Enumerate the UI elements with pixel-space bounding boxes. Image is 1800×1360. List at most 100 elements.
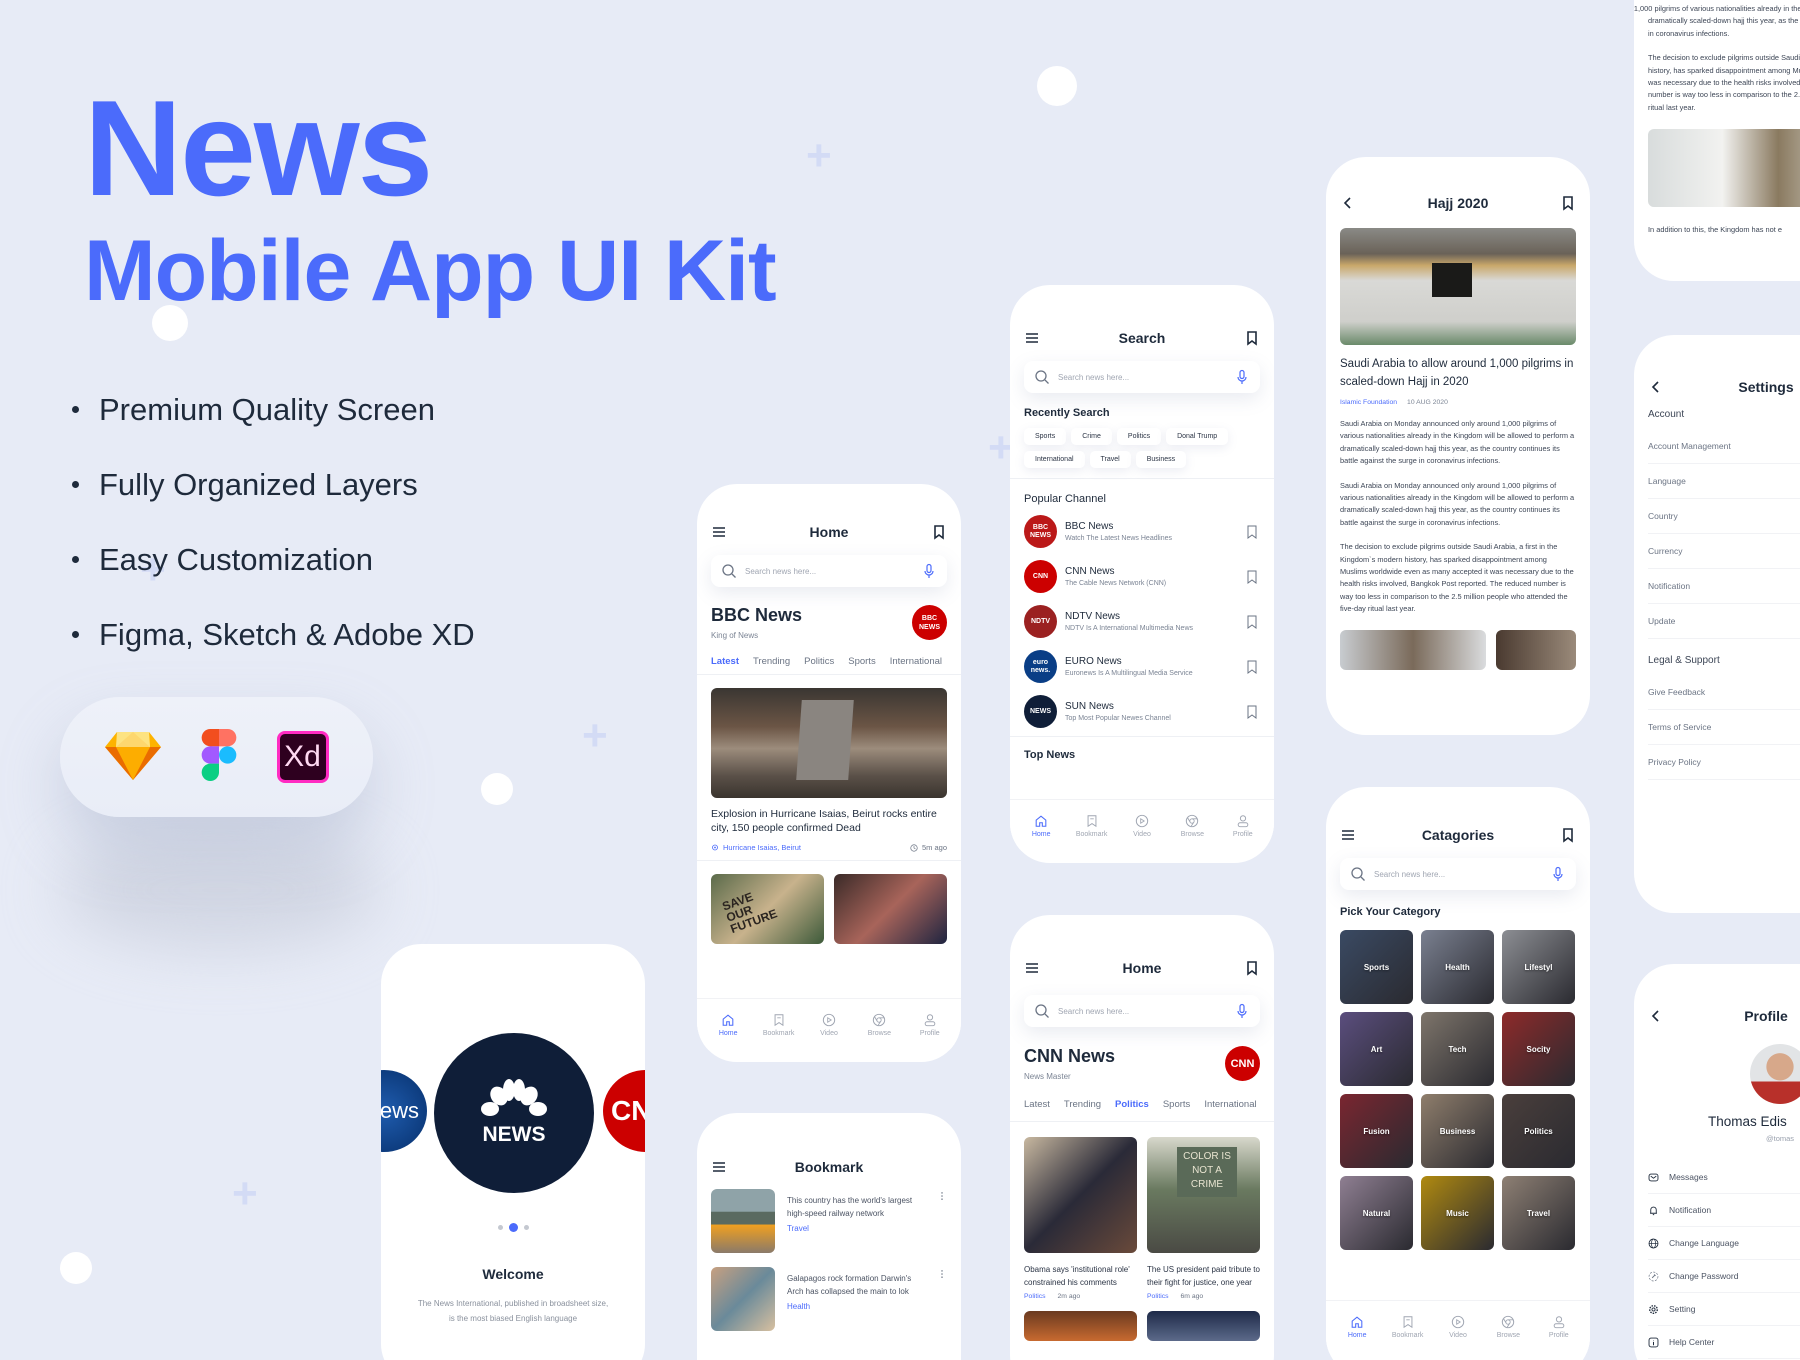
settings-item[interactable]: Currency — [1648, 534, 1800, 569]
search-bar[interactable] — [1024, 361, 1260, 393]
back-icon[interactable] — [1648, 1008, 1664, 1024]
channel-item[interactable]: CNN CNN News The Cable News Network (CNN) — [1024, 554, 1260, 599]
category-tech[interactable]: Tech — [1421, 1012, 1494, 1086]
search-chip[interactable]: International — [1024, 451, 1085, 468]
tab-latest[interactable]: Latest — [711, 656, 739, 667]
channel-item[interactable]: BBC NEWS BBC News Watch The Latest News He… — [1024, 509, 1260, 554]
nav-bookmark[interactable]: Bookmark — [757, 999, 801, 1050]
nav-video[interactable]: Video — [807, 999, 851, 1050]
tab-latest[interactable]: Latest — [1024, 1099, 1050, 1110]
menu-icon[interactable] — [1340, 827, 1356, 843]
profile-menu-item[interactable]: Help Center — [1648, 1326, 1800, 1359]
nav-browse[interactable]: Browse — [1170, 800, 1214, 851]
category-travel[interactable]: Travel — [1502, 1176, 1575, 1250]
search-chip[interactable]: Donal Trump — [1166, 428, 1229, 445]
tab-politics[interactable]: Politics — [804, 656, 834, 667]
tab-sports[interactable]: Sports — [848, 656, 875, 667]
tab-sports[interactable]: Sports — [1163, 1099, 1190, 1110]
menu-icon[interactable] — [1024, 330, 1040, 346]
settings-item[interactable]: Notification — [1648, 569, 1800, 604]
search-input[interactable] — [1374, 869, 1542, 879]
page-dot[interactable] — [523, 1225, 529, 1230]
category-sports[interactable]: Sports — [1340, 930, 1413, 1004]
category-fusion[interactable]: Fusion — [1340, 1094, 1413, 1168]
menu-icon[interactable] — [711, 1159, 727, 1175]
featured-image[interactable] — [711, 688, 947, 798]
news-thumb[interactable]: SAVE OUR FUTURE — [711, 874, 824, 944]
profile-menu-item[interactable]: Notification — [1648, 1194, 1800, 1227]
bookmark-icon[interactable] — [1244, 960, 1260, 976]
nav-profile[interactable]: Profile — [1537, 1301, 1581, 1352]
bookmark-category[interactable]: Health — [787, 1302, 923, 1311]
news-card-category[interactable]: Politics — [1147, 1293, 1169, 1300]
search-chip[interactable]: Travel — [1089, 451, 1131, 468]
tab-politics[interactable]: Politics — [1115, 1099, 1149, 1110]
pagination-dots[interactable] — [381, 1223, 645, 1232]
news-thumb[interactable] — [834, 874, 947, 944]
search-bar[interactable] — [1024, 995, 1260, 1027]
category-politics[interactable]: Politics — [1502, 1094, 1575, 1168]
nav-browse[interactable]: Browse — [857, 999, 901, 1050]
settings-item[interactable]: Language — [1648, 464, 1800, 499]
search-chip[interactable]: Politics — [1116, 428, 1162, 445]
settings-item[interactable]: Privacy Policy — [1648, 745, 1800, 780]
channel-item[interactable]: NDTV NDTV News NDTV Is A International Mul… — [1024, 599, 1260, 644]
mic-icon[interactable] — [1234, 1003, 1250, 1019]
mic-icon[interactable] — [921, 563, 937, 579]
nav-home[interactable]: Home — [1335, 1301, 1379, 1352]
mic-icon[interactable] — [1550, 866, 1566, 882]
settings-item[interactable]: Account Management — [1648, 429, 1800, 464]
page-dot[interactable] — [497, 1225, 503, 1230]
settings-item[interactable]: Country — [1648, 499, 1800, 534]
category-lifestyl[interactable]: Lifestyl — [1502, 930, 1575, 1004]
bookmark-icon[interactable] — [1560, 195, 1576, 211]
nav-profile[interactable]: Profile — [908, 999, 952, 1050]
tab-international[interactable]: International — [1204, 1099, 1256, 1110]
nav-bookmark[interactable]: Bookmark — [1070, 800, 1114, 851]
tab-trending[interactable]: Trending — [753, 656, 790, 667]
nav-video[interactable]: Video — [1120, 800, 1164, 851]
bookmark-icon[interactable] — [931, 524, 947, 540]
news-thumb[interactable] — [1024, 1311, 1137, 1341]
bookmark-icon[interactable] — [1244, 330, 1260, 346]
category-health[interactable]: Health — [1421, 930, 1494, 1004]
page-dot-active[interactable] — [508, 1223, 518, 1232]
search-bar[interactable] — [711, 555, 947, 587]
profile-menu-item[interactable]: Messages — [1648, 1161, 1800, 1194]
menu-icon[interactable] — [1024, 960, 1040, 976]
more-icon[interactable] — [937, 1191, 947, 1201]
search-chip[interactable]: Sports — [1024, 428, 1067, 445]
category-socity[interactable]: Socity — [1502, 1012, 1575, 1086]
bookmark-icon[interactable] — [1560, 827, 1576, 843]
profile-menu-item[interactable]: Change Language — [1648, 1227, 1800, 1260]
more-icon[interactable] — [937, 1269, 947, 1279]
back-icon[interactable] — [1648, 379, 1664, 395]
mic-icon[interactable] — [1234, 369, 1250, 385]
nav-home[interactable]: Home — [1019, 800, 1063, 851]
news-card[interactable]: Obama says 'institutional role' constrai… — [1024, 1137, 1137, 1300]
search-chip[interactable]: Crime — [1071, 428, 1112, 445]
nav-home[interactable]: Home — [706, 999, 750, 1050]
article-source[interactable]: Islamic Foundation — [1340, 399, 1397, 406]
search-input[interactable] — [745, 566, 913, 576]
category-music[interactable]: Music — [1421, 1176, 1494, 1250]
search-input[interactable] — [1058, 372, 1226, 382]
category-business[interactable]: Business — [1421, 1094, 1494, 1168]
featured-headline[interactable]: Explosion in Hurricane Isaias, Beirut ro… — [711, 807, 947, 835]
channel-item[interactable]: euro news. EURO News Euronews Is A Multili… — [1024, 644, 1260, 689]
bookmark-item[interactable]: Galapagos rock formation Darwin's Arch h… — [711, 1267, 947, 1345]
news-card[interactable]: COLOR IS NOT A CRIME The US president pai… — [1147, 1137, 1260, 1300]
search-bar[interactable] — [1340, 858, 1576, 890]
bookmark-icon[interactable] — [1244, 569, 1260, 585]
tab-trending[interactable]: Trending — [1064, 1099, 1101, 1110]
nav-bookmark[interactable]: Bookmark — [1386, 1301, 1430, 1352]
news-thumb[interactable] — [1147, 1311, 1260, 1341]
menu-icon[interactable] — [711, 524, 727, 540]
search-input[interactable] — [1058, 1006, 1226, 1016]
profile-menu-item[interactable]: Change Password — [1648, 1260, 1800, 1293]
nav-profile[interactable]: Profile — [1221, 800, 1265, 851]
category-art[interactable]: Art — [1340, 1012, 1413, 1086]
bookmark-icon[interactable] — [1244, 524, 1260, 540]
channel-item[interactable]: NEWS SUN News Top Most Popular Newes Chann… — [1024, 689, 1260, 734]
profile-menu-item[interactable]: Setting — [1648, 1293, 1800, 1326]
